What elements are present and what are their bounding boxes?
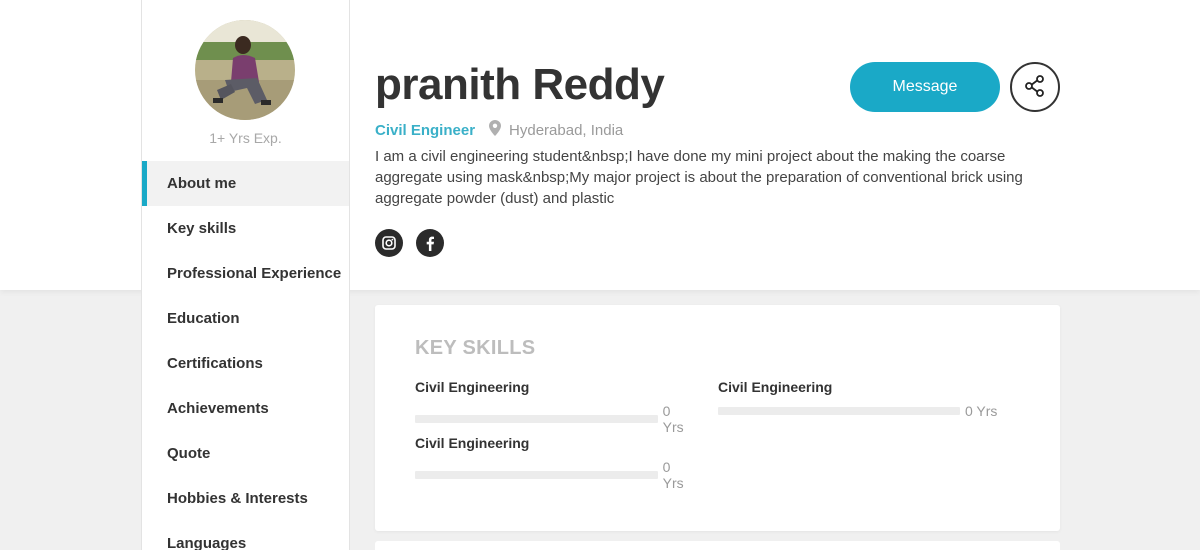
next-section-card xyxy=(375,541,1060,550)
location-pin-icon xyxy=(489,119,502,141)
profile-meta: Civil Engineer Hyderabad, India xyxy=(375,119,624,141)
skill-name: Civil Engineering xyxy=(718,379,833,395)
sidebar-item-education[interactable]: Education xyxy=(142,296,349,341)
skill-name: Civil Engineering xyxy=(415,435,530,451)
sidebar-item-languages[interactable]: Languages xyxy=(142,521,349,550)
sidebar: 1+ Yrs Exp. About me Key skills Professi… xyxy=(141,0,350,550)
profile-bio: I am a civil engineering student&nbsp;I … xyxy=(375,148,1023,207)
profile-name: pranith Reddy xyxy=(375,60,665,109)
share-icon xyxy=(1023,74,1047,101)
skill-item: Civil Engineering 0 Yrs xyxy=(415,435,695,491)
skill-progress-bar xyxy=(415,471,658,479)
skill-years: 0 Yrs xyxy=(662,459,684,491)
skill-name: Civil Engineering xyxy=(415,379,530,395)
avatar xyxy=(195,20,295,120)
skill-years: 0 Yrs xyxy=(662,403,684,435)
sidebar-item-certifications[interactable]: Certifications xyxy=(142,341,349,386)
skill-progress-bar xyxy=(718,407,960,415)
sidebar-item-professional-experience[interactable]: Professional Experience xyxy=(142,251,349,296)
message-button[interactable]: Message xyxy=(850,62,1000,112)
skill-years: 0 Yrs xyxy=(965,403,998,419)
profile-location: Hyderabad, India xyxy=(509,121,624,139)
key-skills-card: KEY SKILLS Civil Engineering 0 Yrs Civil… xyxy=(375,305,1060,531)
sidebar-nav: About me Key skills Professional Experie… xyxy=(142,161,349,550)
profile-role: Civil Engineer xyxy=(375,121,476,139)
skill-item: Civil Engineering 0 Yrs xyxy=(415,379,695,435)
skill-progress-bar xyxy=(415,415,658,423)
sidebar-item-achievements[interactable]: Achievements xyxy=(142,386,349,431)
sidebar-item-hobbies-interests[interactable]: Hobbies & Interests xyxy=(142,476,349,521)
instagram-icon[interactable] xyxy=(375,229,403,257)
share-button[interactable] xyxy=(1010,62,1060,112)
social-links xyxy=(375,229,444,257)
experience-label: 1+ Yrs Exp. xyxy=(209,130,282,146)
facebook-icon[interactable] xyxy=(416,229,444,257)
skill-item: Civil Engineering 0 Yrs xyxy=(718,379,998,419)
key-skills-title: KEY SKILLS xyxy=(415,337,536,359)
sidebar-item-about-me[interactable]: About me xyxy=(142,161,349,206)
sidebar-item-key-skills[interactable]: Key skills xyxy=(142,206,349,251)
sidebar-item-quote[interactable]: Quote xyxy=(142,431,349,476)
